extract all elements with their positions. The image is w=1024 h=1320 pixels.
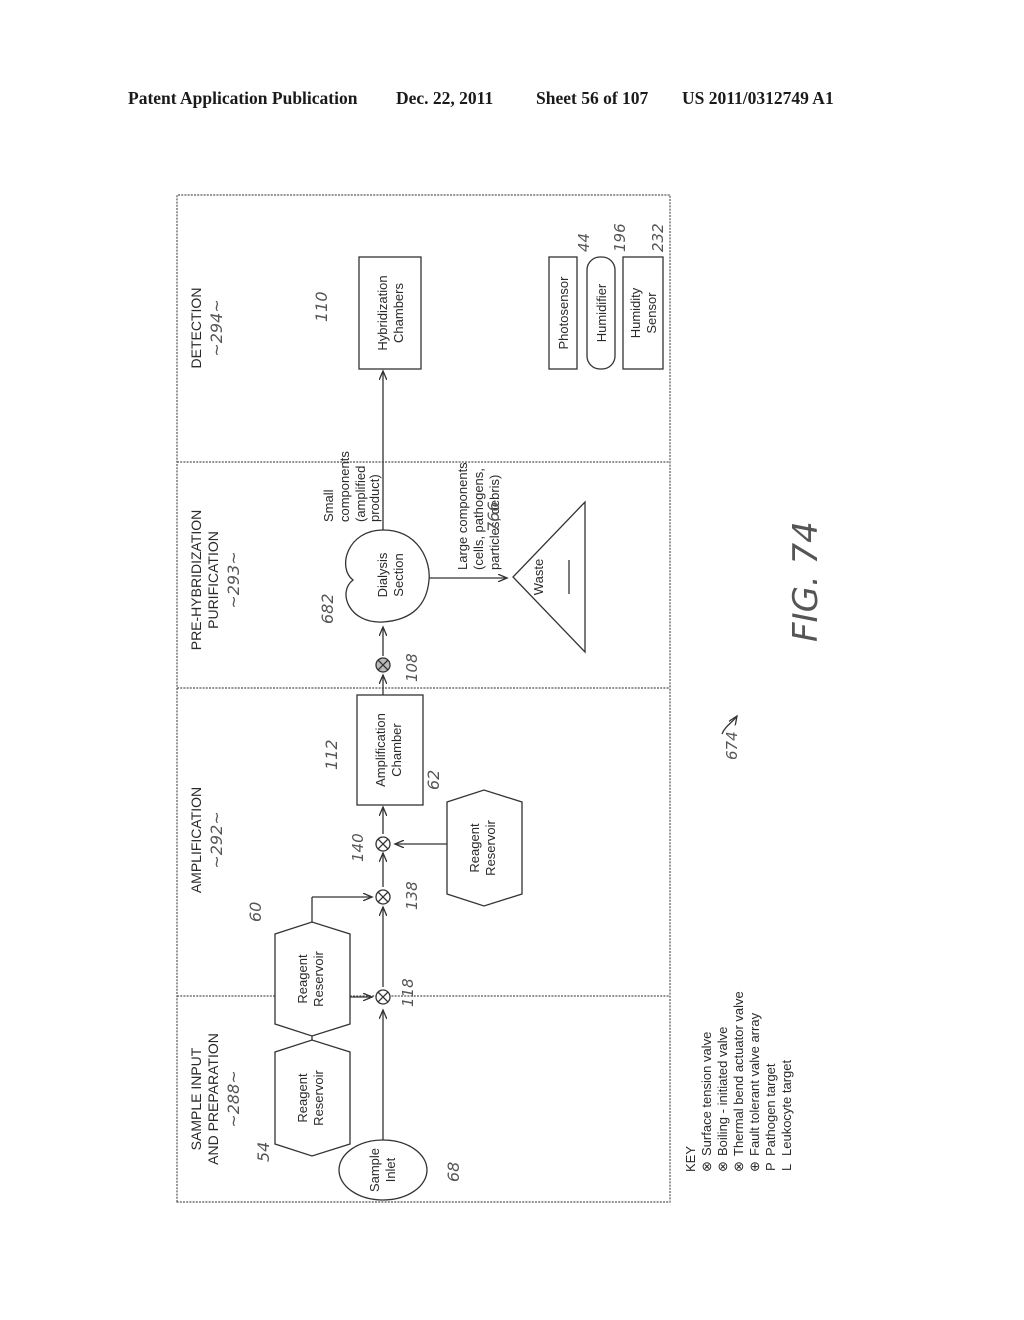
reagent-reservoir-54: Reagent Reservoir 54 — [254, 1039, 351, 1162]
node-label: Chambers — [391, 283, 406, 343]
flow-diagram: SAMPLE INPUT AND PREPARATION ~288~ AMPLI… — [176, 194, 826, 1203]
hybridization-chambers: Hybridization Chambers 110 — [312, 256, 422, 370]
ref-number: 112 — [322, 739, 341, 770]
stage-ref: ~288~ — [224, 1070, 243, 1127]
node-label: Reservoir — [311, 1070, 326, 1126]
node-label: Reagent — [295, 954, 310, 1004]
stage-ref: ~293~ — [224, 551, 243, 608]
thermal-bend-valve-140: 140 — [349, 833, 391, 862]
ref-number: 108 — [403, 653, 421, 682]
ref-number: 140 — [349, 833, 367, 862]
key-item: ⊗ Surface tension valve — [699, 1032, 714, 1172]
ref-number: 118 — [399, 978, 417, 1007]
stage-title: SAMPLE INPUT — [188, 1047, 204, 1150]
node-label: Reagent — [467, 823, 482, 873]
reagent-reservoir-62: Reagent Reservoir 62 — [424, 770, 523, 907]
patent-number: US 2011/0312749 A1 — [682, 88, 834, 108]
key-label: Pathogen target — [763, 1063, 778, 1156]
ref-number: 232 — [649, 223, 667, 252]
node-label: Hybridization — [375, 275, 390, 350]
figure-canvas: SAMPLE INPUT AND PREPARATION ~288~ AMPLI… — [176, 194, 826, 1203]
ref-number: 766 — [484, 501, 503, 532]
annotation-text: Large components — [455, 462, 470, 570]
ref-number: 44 — [575, 233, 593, 252]
dialysis-section: Dialysis Section 682 — [318, 529, 430, 624]
stage-title: AND PREPARATION — [205, 1033, 221, 1165]
node-label: Sample — [367, 1148, 382, 1192]
stage-header-sample-input: SAMPLE INPUT AND PREPARATION ~288~ — [188, 1033, 243, 1165]
key-item: ⊗ Boiling - initiated valve — [715, 1027, 730, 1172]
node-label: Humidity — [628, 287, 643, 338]
annotation-text: (amplified — [353, 466, 368, 522]
key-label: Fault tolerant valve array — [747, 1012, 762, 1156]
stage-title: DETECTION — [188, 288, 204, 369]
stage-ref: ~294~ — [207, 299, 226, 356]
ref-number: 60 — [246, 902, 265, 922]
publication-date: Dec. 22, 2011 — [396, 88, 494, 108]
amplification-chamber: Amplification Chamber 112 — [322, 694, 424, 806]
stage-header-detection: DETECTION ~294~ — [188, 288, 226, 369]
ref-number: 138 — [403, 881, 421, 910]
sample-inlet: Sample Inlet 68 — [338, 1139, 463, 1201]
ref-number: 62 — [424, 770, 443, 790]
ref-number: 54 — [254, 1142, 273, 1162]
stage-ref: ~292~ — [207, 811, 226, 868]
key-item: L Leukocyte target — [779, 1059, 794, 1171]
pathogen-target-icon: P — [763, 1162, 778, 1171]
ref-number: 682 — [318, 593, 337, 624]
surface-tension-valve-118: 118 — [375, 978, 417, 1007]
stage-title: PURIFICATION — [205, 531, 221, 629]
node-label: Humidifier — [594, 283, 609, 342]
node-label: Sensor — [644, 292, 659, 334]
stage-title: AMPLIFICATION — [188, 787, 204, 893]
node-label: Reagent — [295, 1073, 310, 1123]
leukocyte-target-icon: L — [779, 1164, 794, 1171]
stage-header-purification: PRE-HYBRIDIZATION PURIFICATION ~293~ — [188, 510, 243, 651]
key-label: Thermal bend actuator valve — [731, 991, 746, 1156]
node-label: Inlet — [383, 1157, 398, 1182]
thermal-bend-valve-icon: ⊗ — [731, 1161, 746, 1172]
ref-number: 110 — [312, 291, 331, 322]
figure-ref-674: 674 — [721, 716, 741, 760]
waste-container: Waste 766 — [484, 500, 586, 654]
key-item: P Pathogen target — [763, 1063, 778, 1171]
key-label: Boiling - initiated valve — [715, 1027, 730, 1156]
node-label: Photosensor — [556, 276, 571, 350]
page-header: Patent Application Publication Dec. 22, … — [128, 88, 908, 128]
key-title: KEY — [683, 1146, 698, 1172]
small-components-annotation: Small components (amplified product) — [321, 451, 382, 522]
node-label: Waste — [531, 559, 546, 595]
stage-header-amplification: AMPLIFICATION ~292~ — [188, 787, 226, 893]
node-label: Section — [391, 553, 406, 596]
ref-number: 196 — [611, 223, 629, 252]
annotation-text: product) — [367, 474, 382, 522]
key-item: ⊗ Thermal bend actuator valve — [731, 991, 746, 1172]
key-label: Leukocyte target — [779, 1059, 794, 1156]
figure-caption: FIG. 74 — [786, 521, 826, 642]
humidity-sensor: Humidity Sensor 232 — [622, 223, 667, 370]
publication-label: Patent Application Publication — [128, 88, 358, 108]
node-label: Reservoir — [311, 951, 326, 1007]
ref-number: 68 — [444, 1162, 463, 1182]
fault-tolerant-valve-icon: ⊕ — [747, 1161, 762, 1172]
sheet-number: Sheet 56 of 107 — [536, 88, 649, 108]
annotation-text: components — [337, 451, 352, 522]
node-label: Chamber — [389, 723, 404, 777]
boiling-initiated-valve-icon: ⊗ — [715, 1161, 730, 1172]
key-label: Surface tension valve — [699, 1032, 714, 1156]
node-label: Amplification — [373, 713, 388, 787]
surface-tension-valve-icon: ⊗ — [699, 1161, 714, 1172]
reagent-reservoir-60: Reagent Reservoir 60 — [246, 902, 351, 1037]
stage-title: PRE-HYBRIDIZATION — [188, 510, 204, 651]
node-label: Dialysis — [375, 552, 390, 597]
annotation-text: Small — [321, 489, 336, 522]
key-legend: KEY ⊗Surface tension valve ⊗Boiling - in… — [683, 991, 794, 1172]
node-label: Reservoir — [483, 820, 498, 876]
ref-number: 674 — [723, 731, 741, 760]
key-item: ⊕ Fault tolerant valve array — [747, 1012, 762, 1172]
